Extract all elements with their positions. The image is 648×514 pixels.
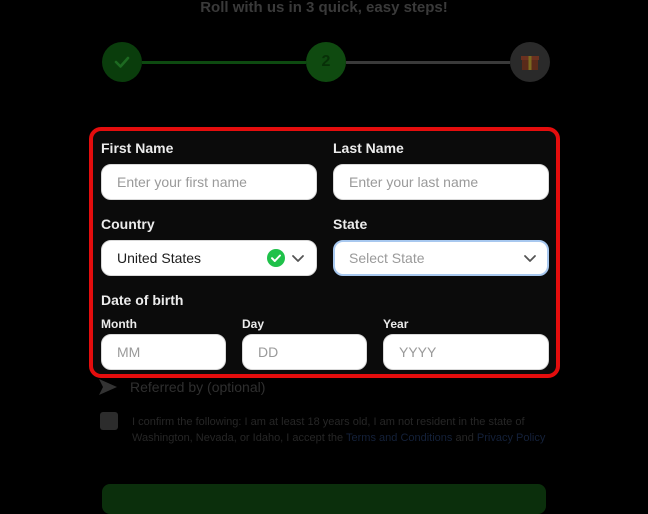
terms-link[interactable]: Terms and Conditions (346, 432, 452, 444)
last-name-field[interactable]: Enter your last name (333, 164, 549, 200)
valid-check-icon (267, 249, 285, 267)
country-label: Country (101, 216, 155, 232)
referred-by-toggle[interactable]: Referred by (optional) (98, 378, 265, 396)
progress-line-completed (142, 61, 306, 64)
chevron-down-icon (524, 255, 536, 262)
step-2-number: 2 (321, 53, 331, 70)
first-name-placeholder: Enter your first name (117, 174, 247, 190)
step-2-indicator: 2 (306, 42, 346, 82)
month-label: Month (101, 317, 137, 331)
state-placeholder: Select State (349, 250, 425, 266)
step-3-indicator (510, 42, 550, 82)
referred-by-label: Referred by (optional) (130, 379, 266, 395)
month-field[interactable]: MM (101, 334, 226, 370)
year-placeholder: YYYY (399, 344, 437, 360)
state-label: State (333, 216, 368, 232)
progress-line-pending (346, 61, 510, 64)
day-field[interactable]: DD (242, 334, 367, 370)
state-select[interactable]: Select State (333, 240, 549, 276)
country-select[interactable]: United States (101, 240, 317, 276)
confirm-checkbox[interactable] (100, 412, 118, 430)
year-field[interactable]: YYYY (383, 334, 549, 370)
dob-label: Date of birth (101, 292, 184, 308)
submit-button[interactable] (102, 484, 546, 514)
day-placeholder: DD (258, 344, 279, 360)
country-value: United States (117, 250, 202, 266)
chevron-down-icon (292, 255, 304, 262)
privacy-link[interactable]: Privacy Policy (477, 432, 545, 444)
year-label: Year (383, 317, 409, 331)
signup-subtitle: Roll with us in 3 quick, easy steps! (200, 0, 448, 16)
confirm-and: and (455, 432, 474, 444)
checkmark-icon (114, 56, 130, 68)
confirm-text: I confirm the following: I am at least 1… (132, 414, 547, 446)
day-label: Day (242, 317, 265, 331)
personal-info-form: First Name Last Name Enter your first na… (89, 127, 560, 378)
first-name-label: First Name (101, 140, 174, 156)
month-placeholder: MM (117, 344, 141, 360)
send-arrow-icon (99, 379, 117, 395)
last-name-label: Last Name (333, 140, 404, 156)
gift-icon (521, 56, 539, 70)
step-1-indicator (102, 42, 142, 82)
last-name-placeholder: Enter your last name (349, 174, 479, 190)
first-name-field[interactable]: Enter your first name (101, 164, 317, 200)
